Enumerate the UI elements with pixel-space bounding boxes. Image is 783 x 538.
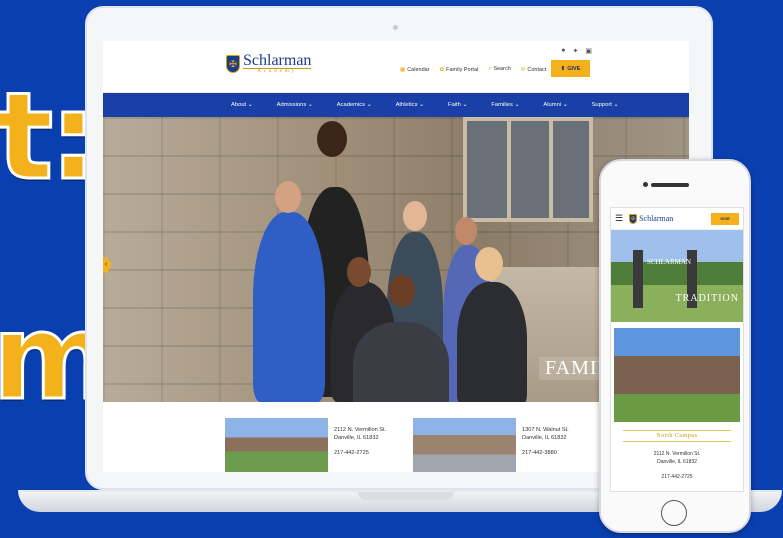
entrance-sign: SCHLARMAN — [647, 258, 691, 266]
campus-address-line2: Danville, IL 61832 — [522, 435, 567, 441]
mobile-address-line1: 2112 N. Vermilion St. — [653, 451, 701, 457]
family-portal-label: Family Portal — [446, 66, 479, 73]
nav-item-alumni[interactable]: Alumni ⌄ — [543, 102, 567, 108]
family-portal-link[interactable]: ✿ Family Portal — [440, 67, 479, 73]
student-figure — [253, 212, 325, 402]
hamburger-menu-icon[interactable]: ☰ — [615, 213, 623, 224]
phone-home-button[interactable] — [661, 500, 687, 526]
phone-speaker — [651, 183, 689, 187]
mobile-logo-name: Schlarman — [639, 213, 674, 223]
campus-card[interactable]: 2112 N. Vermilion St. Danville, IL 61832… — [225, 418, 386, 472]
nav-item-support[interactable]: Support ⌄ — [592, 102, 619, 108]
social-links: ● ✦ ▣ — [561, 47, 592, 55]
search-label: Search — [493, 66, 511, 72]
give-icon: ⬆ — [560, 65, 566, 72]
phone-camera — [643, 182, 648, 187]
nav-item-athletics[interactable]: Athletics ⌄ — [396, 102, 424, 108]
student-figure — [457, 282, 527, 402]
site-logo[interactable]: ✠ Schlarman Academy — [226, 52, 312, 74]
student-head — [389, 275, 415, 307]
student-head — [275, 181, 301, 213]
nav-item-admissions[interactable]: Admissions ⌄ — [277, 102, 313, 108]
campus-phone[interactable]: 217-442-2725 — [334, 449, 386, 457]
student-head — [317, 121, 347, 157]
side-heading-fragment-1: t: — [0, 67, 99, 209]
utility-links: ▦ Calendar ✿ Family Portal ⌕ Search ✉ Contac… — [400, 66, 546, 73]
twitter-icon[interactable]: ✦ — [573, 47, 579, 55]
search-icon: ⌕ — [488, 66, 492, 72]
tradition-caption: TRADITION — [675, 293, 739, 304]
crest-icon: ✠ — [226, 54, 240, 73]
tradition-banner: SCHLARMAN TRADITION — [611, 230, 743, 322]
mobile-campus-photo — [614, 328, 740, 422]
mobile-website: ☰ ✠ Schlarman GIVE SCHLARMAN TRADITION N… — [610, 207, 744, 492]
campus-info: 2112 N. Vermilion St. Danville, IL 61832… — [334, 418, 386, 472]
campus-phone[interactable]: 217-442-3880 — [522, 449, 569, 457]
mobile-logo[interactable]: ✠ Schlarman — [629, 213, 674, 224]
mobile-campus-address: 2112 N. Vermilion St. Danville, IL 61832 — [611, 450, 743, 466]
laptop-notch — [358, 492, 454, 500]
campus-address-line1: 1307 N. Walnut St. — [522, 427, 569, 433]
give-label: GIVE — [567, 65, 581, 72]
people-icon: ✿ — [439, 66, 445, 73]
nav-item-about[interactable]: About ⌄ — [231, 102, 253, 108]
campus-photo — [413, 418, 516, 472]
phone-frame: ☰ ✠ Schlarman GIVE SCHLARMAN TRADITION N… — [599, 159, 751, 533]
site-header: ✠ Schlarman Academy ● ✦ ▣ ▦ Calendar ✿ Fam… — [103, 41, 689, 93]
nav-item-families[interactable]: Families ⌄ — [491, 102, 519, 108]
student-head — [347, 257, 371, 287]
campus-address-line2: Danville, IL 61832 — [334, 435, 379, 441]
crest-icon: ✠ — [629, 213, 638, 224]
gate-pillar — [633, 250, 643, 308]
nav-item-academics[interactable]: Academics ⌄ — [337, 102, 372, 108]
student-head — [455, 217, 477, 245]
campus-photo — [225, 418, 328, 472]
mobile-header: ☰ ✠ Schlarman GIVE — [611, 208, 743, 230]
instagram-icon[interactable]: ▣ — [585, 47, 592, 55]
student-figure — [353, 322, 449, 402]
campus-address-line1: 2112 N. Vermilion St. — [334, 427, 387, 433]
main-nav: About ⌄ Admissions ⌄ Academics ⌄ Athleti… — [103, 93, 689, 117]
logo-name: Schlarman — [243, 52, 312, 69]
campus-info: 1307 N. Walnut St. Danville, IL 61832 21… — [522, 418, 569, 472]
calendar-link[interactable]: ▦ Calendar — [400, 67, 430, 73]
campus-card[interactable]: 1307 N. Walnut St. Danville, IL 61832 21… — [413, 418, 569, 472]
north-campus-title[interactable]: North Campus — [623, 430, 731, 442]
student-head — [403, 201, 427, 231]
laptop-camera — [393, 25, 398, 30]
calendar-icon: ▦ — [400, 66, 406, 73]
search-link[interactable]: ⌕ Search — [488, 66, 511, 73]
mobile-address-line2: Danville, IL 61832 — [657, 459, 697, 465]
give-button[interactable]: ⬆ GIVE — [551, 60, 590, 77]
student-head — [475, 247, 503, 281]
mobile-campus-phone[interactable]: 217-442-2725 — [611, 474, 743, 480]
nav-item-faith[interactable]: Faith ⌄ — [448, 102, 467, 108]
building-window — [463, 117, 593, 222]
contact-label: Contact — [527, 66, 547, 73]
mobile-give-button[interactable]: GIVE — [711, 212, 739, 225]
calendar-label: Calendar — [407, 66, 430, 73]
mail-icon: ✉ — [520, 66, 526, 73]
facebook-icon[interactable]: ● — [561, 47, 565, 55]
contact-link[interactable]: ✉ Contact — [521, 67, 547, 73]
